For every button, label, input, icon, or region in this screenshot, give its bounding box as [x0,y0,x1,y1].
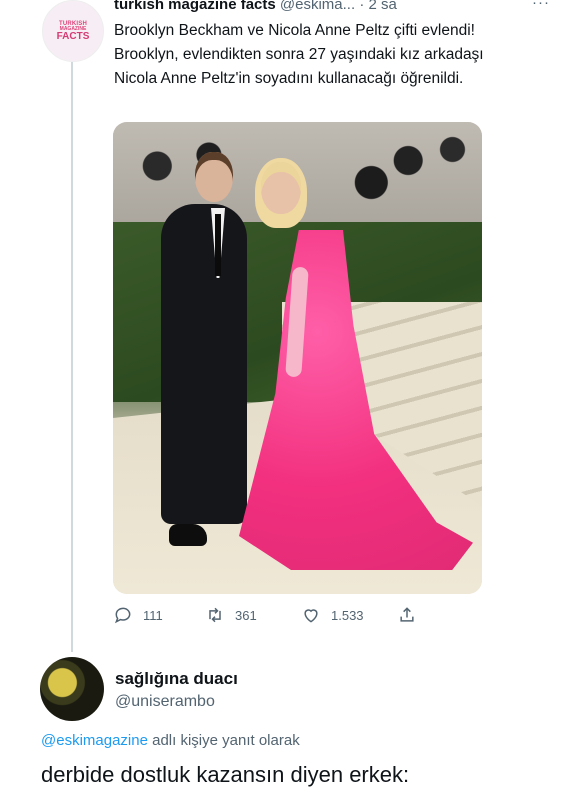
share-button[interactable] [397,605,417,625]
tweet-header: turkish magazine facts @eskima... · 2 sa… [114,0,554,16]
replying-to-mention[interactable]: @eskimagazine [41,732,148,749]
avatar-logo-text-3: FACTS [56,30,90,42]
photo-man-shoe [169,524,207,546]
reply-count: 111 [143,607,163,623]
photo-woman-head [261,162,301,214]
author-avatar[interactable]: TURKISH MAGAZINE FACTS [42,0,104,62]
retweet-button[interactable]: 361 [205,605,301,625]
photo-man-tie [215,214,221,276]
tweet-photo[interactable] [113,122,482,594]
tweet-time[interactable]: 2 sa [368,0,396,13]
reply-button[interactable]: 111 [113,605,205,625]
like-button[interactable]: 1.533 [301,605,397,625]
photo-man-head [195,152,233,202]
reply-author-avatar[interactable] [40,657,104,721]
reply-author-handle[interactable]: @uniserambo [115,693,215,711]
tweet-actions: 111 361 1.533 [113,604,423,626]
share-icon [400,607,414,622]
replying-to-line: @eskimagazine adlı kişiye yanıt olarak [41,732,300,749]
reply-author-name[interactable]: sağlığına duacı [115,669,238,689]
separator-dot: · [359,0,365,13]
like-count: 1.533 [331,607,364,623]
reply-text: derbide dostluk kazansın diyen erkek: [41,762,410,787]
thread-line [71,62,73,652]
retweet-icon [209,607,221,623]
more-options-icon[interactable]: ··· [532,0,550,11]
reply-icon [114,607,131,624]
tweet-text: Brooklyn Beckham ve Nicola Anne Peltz çi… [114,22,484,87]
retweet-count: 361 [235,607,257,623]
author-name[interactable]: turkish magazine facts [114,0,276,13]
replying-to-label: adlı kişiye yanıt olarak [147,732,300,749]
heart-icon [304,609,318,623]
author-handle[interactable]: @eskima... [280,0,355,13]
photo-man-suit [161,204,247,524]
